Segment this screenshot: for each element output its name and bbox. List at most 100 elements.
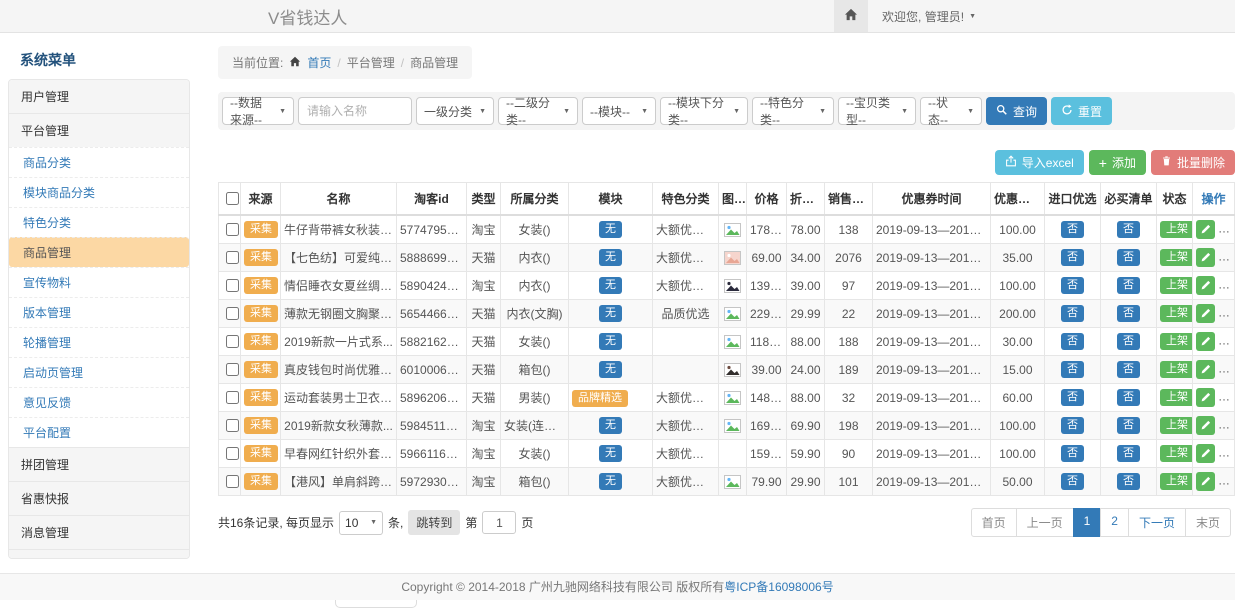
cell-must-buy: 否 (1101, 440, 1157, 468)
must-buy-toggle[interactable]: 否 (1117, 361, 1140, 378)
cell-module: 无 (569, 440, 653, 468)
imported-toggle[interactable]: 否 (1061, 305, 1084, 322)
filter-select[interactable]: --模块--▼ (582, 97, 656, 125)
must-buy-toggle[interactable]: 否 (1117, 445, 1140, 462)
cell-taoke-id: 577479560965 (397, 215, 467, 244)
edit-button[interactable] (1196, 248, 1215, 267)
sidebar-item[interactable]: 平台配置 (9, 417, 189, 447)
sidebar-item[interactable]: 宣传物料 (9, 267, 189, 297)
search-button[interactable]: 查询 (986, 97, 1047, 125)
per-page-select[interactable]: 10▼ (339, 511, 383, 535)
edit-button[interactable] (1196, 360, 1215, 379)
cell-taoke-id: 601000601341 (397, 356, 467, 384)
row-checkbox[interactable] (226, 419, 239, 432)
must-buy-toggle[interactable]: 否 (1117, 389, 1140, 406)
imported-toggle[interactable]: 否 (1061, 473, 1084, 490)
source-badge: 采集 (244, 361, 278, 378)
sidebar-item[interactable]: 特色分类 (9, 207, 189, 237)
row-checkbox[interactable] (226, 307, 239, 320)
cell-must-buy: 否 (1101, 244, 1157, 272)
row-checkbox[interactable] (226, 335, 239, 348)
row-checkbox[interactable] (226, 279, 239, 292)
status-badge[interactable]: 上架 (1160, 305, 1193, 322)
pager-item[interactable]: 1 (1073, 508, 1102, 537)
icp-link[interactable]: 粤ICP备16098006号 (724, 580, 833, 594)
edit-button[interactable] (1196, 220, 1215, 239)
jump-button[interactable]: 跳转到 (408, 510, 460, 535)
status-badge[interactable]: 上架 (1160, 361, 1193, 378)
sidebar-item[interactable]: 版本管理 (9, 297, 189, 327)
home-button[interactable] (834, 0, 868, 32)
row-checkbox[interactable] (226, 223, 239, 236)
status-badge[interactable]: 上架 (1160, 473, 1193, 490)
add-button[interactable]: + 添加 (1089, 150, 1146, 175)
status-badge[interactable]: 上架 (1160, 389, 1193, 406)
edit-button[interactable] (1196, 388, 1215, 407)
pager-item[interactable]: 下一页 (1128, 508, 1186, 537)
must-buy-toggle[interactable]: 否 (1117, 417, 1140, 434)
sidebar-item[interactable]: 商品分类 (9, 147, 189, 177)
batch-delete-button[interactable]: 批量删除 (1151, 150, 1235, 175)
must-buy-toggle[interactable]: 否 (1117, 473, 1140, 490)
filter-select[interactable]: --二级分类--▼ (498, 97, 578, 125)
edit-button[interactable] (1196, 276, 1215, 295)
pager-item[interactable]: 末页 (1185, 508, 1231, 537)
sidebar-item[interactable]: 订单管理 (9, 549, 189, 559)
imported-toggle[interactable]: 否 (1061, 361, 1084, 378)
sidebar-item[interactable]: 意见反馈 (9, 387, 189, 417)
row-checkbox[interactable] (226, 447, 239, 460)
status-badge[interactable]: 上架 (1160, 445, 1193, 462)
sidebar-item[interactable]: 模块商品分类 (9, 177, 189, 207)
imported-toggle[interactable]: 否 (1061, 249, 1084, 266)
user-menu[interactable]: 欢迎您, 管理员! ▼ (868, 0, 990, 32)
sidebar-item[interactable]: 用户管理 (9, 80, 189, 113)
imported-toggle[interactable]: 否 (1061, 333, 1084, 350)
filter-select[interactable]: --特色分类--▼ (752, 97, 834, 125)
name-search-input[interactable] (298, 97, 412, 125)
filter-select[interactable]: --数据来源--▼ (222, 97, 294, 125)
sidebar-item[interactable]: 轮播管理 (9, 327, 189, 357)
edit-button[interactable] (1196, 472, 1215, 491)
sidebar-item[interactable]: 拼团管理 (9, 447, 189, 481)
edit-button[interactable] (1196, 444, 1215, 463)
imported-toggle[interactable]: 否 (1061, 445, 1084, 462)
sidebar-item[interactable]: 平台管理 (9, 113, 189, 147)
must-buy-toggle[interactable]: 否 (1117, 249, 1140, 266)
select-all-checkbox[interactable] (226, 192, 239, 205)
row-checkbox[interactable] (226, 475, 239, 488)
sidebar-item[interactable]: 省惠快报 (9, 481, 189, 515)
pager-item[interactable]: 首页 (971, 508, 1017, 537)
filter-select[interactable]: 一级分类▼ (416, 97, 494, 125)
page-number-input[interactable] (482, 511, 516, 534)
filter-select[interactable]: --模块下分类--▼ (660, 97, 748, 125)
imported-toggle[interactable]: 否 (1061, 221, 1084, 238)
must-buy-toggle[interactable]: 否 (1117, 333, 1140, 350)
status-badge[interactable]: 上架 (1160, 333, 1193, 350)
edit-button[interactable] (1196, 304, 1215, 323)
sidebar-item[interactable]: 商品管理 (9, 237, 189, 267)
pager-item[interactable]: 2 (1100, 508, 1129, 537)
must-buy-toggle[interactable]: 否 (1117, 305, 1140, 322)
row-checkbox[interactable] (226, 251, 239, 264)
breadcrumb-home-link[interactable]: 首页 (307, 54, 331, 71)
imported-toggle[interactable]: 否 (1061, 277, 1084, 294)
must-buy-toggle[interactable]: 否 (1117, 221, 1140, 238)
sidebar-item[interactable]: 启动页管理 (9, 357, 189, 387)
reset-button[interactable]: 重置 (1051, 97, 1112, 125)
sidebar-item[interactable]: 消息管理 (9, 515, 189, 549)
row-checkbox[interactable] (226, 363, 239, 376)
edit-button[interactable] (1196, 416, 1215, 435)
status-badge[interactable]: 上架 (1160, 417, 1193, 434)
status-badge[interactable]: 上架 (1160, 249, 1193, 266)
imported-toggle[interactable]: 否 (1061, 389, 1084, 406)
filter-select[interactable]: --宝贝类型--▼ (838, 97, 916, 125)
import-excel-button[interactable]: 导入excel (995, 150, 1084, 175)
must-buy-toggle[interactable]: 否 (1117, 277, 1140, 294)
row-checkbox[interactable] (226, 391, 239, 404)
pager-item[interactable]: 上一页 (1016, 508, 1074, 537)
imported-toggle[interactable]: 否 (1061, 417, 1084, 434)
edit-button[interactable] (1196, 332, 1215, 351)
filter-select[interactable]: --状态--▼ (920, 97, 982, 125)
status-badge[interactable]: 上架 (1160, 221, 1193, 238)
status-badge[interactable]: 上架 (1160, 277, 1193, 294)
